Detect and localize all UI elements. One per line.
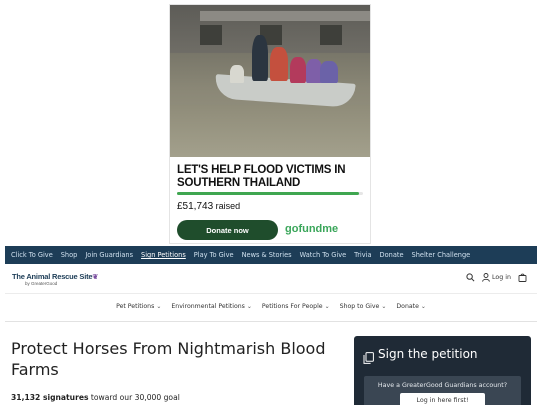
guardians-prompt: Have a GreaterGood Guardians account? [377, 382, 508, 389]
chevron-down-icon: ⌄ [381, 302, 387, 310]
topnav-item-shop[interactable]: Shop [61, 251, 78, 259]
catnav-label: Petitions For People [261, 302, 323, 310]
signatures-value: 31,132 signatures [11, 393, 89, 402]
topnav-item-sign-petitions[interactable]: Sign Petitions [141, 251, 186, 259]
sign-petition-panel: Sign the petition Have a GreaterGood Gua… [354, 336, 531, 405]
cart-icon[interactable] [518, 273, 527, 282]
chevron-down-icon: ⌄ [324, 302, 330, 310]
ad-progress-bar [177, 192, 363, 195]
user-icon [482, 273, 490, 282]
guardians-login-box: Have a GreaterGood Guardians account? Lo… [364, 376, 521, 405]
topnav-item-shelter-challenge[interactable]: Shelter Challenge [412, 251, 471, 259]
chevron-down-icon: ⌄ [156, 302, 162, 310]
topnav-item-play-to-give[interactable]: Play To Give [194, 251, 234, 259]
top-nav: Click To Give Shop Join Guardians Sign Peti… [5, 246, 537, 264]
gofundme-logo: gofundme [285, 223, 339, 235]
search-icon[interactable] [466, 273, 475, 282]
catnav-item-pet-petitions[interactable]: Pet Petitions ⌄ [116, 303, 161, 310]
ad-raised-amount: £51,743 [177, 201, 214, 212]
divider [5, 321, 537, 322]
ad-donate-button[interactable]: Donate now [177, 220, 278, 240]
catnav-label: Shop to Give [339, 302, 380, 310]
ad-raised-text: £51,743 raised [177, 201, 240, 212]
catnav-item-petitions-for-people[interactable]: Petitions For People ⌄ [262, 303, 330, 310]
guardians-login-button[interactable]: Log in here first! [400, 393, 485, 405]
ad-photo-flood-boat [170, 5, 370, 157]
paw-icon: ❦ [92, 274, 99, 281]
catnav-label: Environmental Petitions [171, 302, 245, 310]
topnav-item-watch-to-give[interactable]: Watch To Give [300, 251, 347, 259]
sign-petition-title: Sign the petition [378, 347, 478, 361]
catnav-item-environmental-petitions[interactable]: Environmental Petitions ⌄ [171, 303, 252, 310]
login-link[interactable]: Log in [482, 273, 511, 282]
catnav-item-donate[interactable]: Donate ⌄ [396, 303, 426, 310]
chevron-down-icon: ⌄ [420, 302, 426, 310]
catnav-label: Pet Petitions [116, 302, 155, 310]
topnav-item-join-guardians[interactable]: Join Guardians [85, 251, 133, 259]
site-logo[interactable]: The Animal Rescue Site❦ [12, 272, 98, 281]
page-title: Protect Horses From Nightmarish Blood Fa… [11, 339, 326, 379]
signature-count: 31,132 signatures toward our 30,000 goal [11, 393, 180, 402]
chevron-down-icon: ⌄ [246, 302, 252, 310]
site-header: The Animal Rescue Site❦ by GreaterGood L… [5, 264, 537, 294]
catnav-label: Donate [396, 302, 419, 310]
ad-banner[interactable]: LET'S HELP FLOOD VICTIMS IN SOUTHERN THA… [169, 4, 371, 244]
copy-icon [363, 349, 374, 368]
topnav-item-click-to-give[interactable]: Click To Give [11, 251, 53, 259]
logo-text: The Animal Rescue Site [12, 272, 93, 281]
login-label: Log in [492, 274, 511, 281]
topnav-item-trivia[interactable]: Trivia [354, 251, 371, 259]
goal-text: toward our 30,000 goal [90, 393, 180, 402]
logo-sub: by GreaterGood [25, 281, 58, 286]
topnav-item-donate[interactable]: Donate [380, 251, 404, 259]
category-nav: Pet Petitions ⌄ Environmental Petitions ⌄ Pe… [5, 296, 537, 316]
catnav-item-shop-to-give[interactable]: Shop to Give ⌄ [340, 303, 387, 310]
ad-raised-label: raised [215, 201, 241, 211]
ad-headline: LET'S HELP FLOOD VICTIMS IN SOUTHERN THA… [177, 164, 346, 189]
topnav-item-news-stories[interactable]: News & Stories [242, 251, 292, 259]
